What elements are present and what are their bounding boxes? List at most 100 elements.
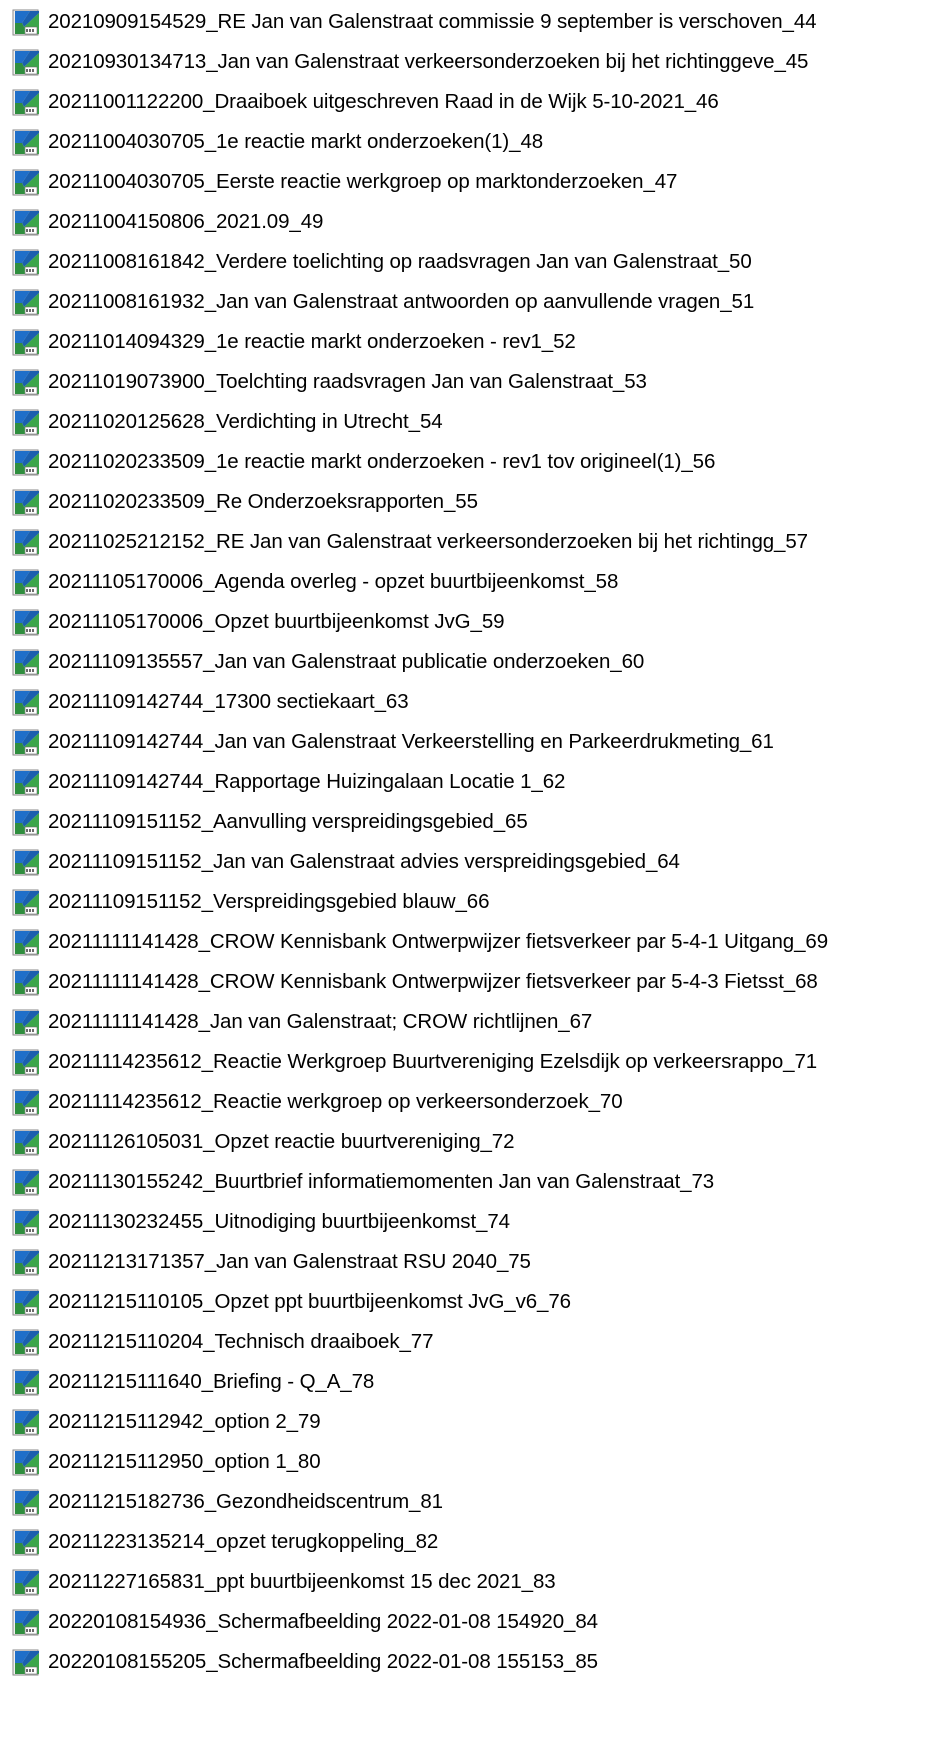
pdf-app-icon [12, 1207, 42, 1237]
pdf-app-icon [12, 1367, 42, 1397]
pdf-app-icon [12, 687, 42, 717]
file-name: 20211109135557_Jan van Galenstraat publi… [48, 650, 645, 673]
file-name: 20211019073900_Toelchting raadsvragen Ja… [48, 370, 647, 393]
pdf-app-icon [12, 487, 42, 517]
file-list-item[interactable]: 20211109151152_Verspreidingsgebied blauw… [0, 882, 939, 922]
file-list-item[interactable]: 20211215110105_Opzet ppt buurtbijeenkoms… [0, 1282, 939, 1322]
file-name: 20211223135214_opzet terugkoppeling_82 [48, 1530, 439, 1553]
file-list-item[interactable]: 20211004030705_Eerste reactie werkgroep … [0, 162, 939, 202]
pdf-app-icon [12, 47, 42, 77]
file-list-item[interactable]: 20211001122200_Draaiboek uitgeschreven R… [0, 82, 939, 122]
file-list-item[interactable]: 20211213171357_Jan van Galenstraat RSU 2… [0, 1242, 939, 1282]
file-name: 20211109151152_Verspreidingsgebied blauw… [48, 890, 490, 913]
file-list-item[interactable]: 20211019073900_Toelchting raadsvragen Ja… [0, 362, 939, 402]
file-list-item[interactable]: 20210930134713_Jan van Galenstraat verke… [0, 42, 939, 82]
file-list-item[interactable]: 20211109142744_Rapportage Huizingalaan L… [0, 762, 939, 802]
pdf-app-icon [12, 7, 42, 37]
pdf-app-icon [12, 727, 42, 757]
file-list-item[interactable]: 20211109151152_Aanvulling verspreidingsg… [0, 802, 939, 842]
file-name: 20211109142744_Jan van Galenstraat Verke… [48, 730, 774, 753]
file-name: 20211109142744_Rapportage Huizingalaan L… [48, 770, 566, 793]
pdf-app-icon [12, 207, 42, 237]
pdf-app-icon [12, 287, 42, 317]
pdf-app-icon [12, 807, 42, 837]
pdf-app-icon [12, 167, 42, 197]
file-list: 20210909154529_RE Jan van Galenstraat co… [0, 0, 939, 1763]
file-list-item[interactable]: 20211215112942_option 2_79 [0, 1402, 939, 1442]
file-list-item[interactable]: 20211008161932_Jan van Galenstraat antwo… [0, 282, 939, 322]
file-name: 20211111141428_CROW Kennisbank Ontwerpwi… [48, 930, 828, 953]
file-name: 20211215111640_Briefing - Q_A_78 [48, 1370, 375, 1393]
pdf-app-icon [12, 247, 42, 277]
pdf-app-icon [12, 767, 42, 797]
file-name: 20211001122200_Draaiboek uitgeschreven R… [48, 90, 719, 113]
file-list-item[interactable]: 20211227165831_ppt buurtbijeenkomst 15 d… [0, 1562, 939, 1602]
pdf-app-icon [12, 1447, 42, 1477]
file-list-item[interactable]: 20211004150806_2021.09_49 [0, 202, 939, 242]
file-list-item[interactable]: 20211111141428_CROW Kennisbank Ontwerpwi… [0, 962, 939, 1002]
file-list-item[interactable]: 20211020233509_1e reactie markt onderzoe… [0, 442, 939, 482]
file-name: 20211004030705_1e reactie markt onderzoe… [48, 130, 544, 153]
file-list-item[interactable]: 20211215112950_option 1_80 [0, 1442, 939, 1482]
file-list-item[interactable]: 20211014094329_1e reactie markt onderzoe… [0, 322, 939, 362]
file-list-item[interactable]: 20211114235612_Reactie Werkgroep Buurtve… [0, 1042, 939, 1082]
file-list-item[interactable]: 20211105170006_Opzet buurtbijeenkomst Jv… [0, 602, 939, 642]
file-list-item[interactable]: 20211215111640_Briefing - Q_A_78 [0, 1362, 939, 1402]
file-list-item[interactable]: 20211114235612_Reactie werkgroep op verk… [0, 1082, 939, 1122]
file-list-item[interactable]: 20211109142744_Jan van Galenstraat Verke… [0, 722, 939, 762]
file-list-item[interactable]: 20211215182736_Gezondheidscentrum_81 [0, 1482, 939, 1522]
file-name: 20211114235612_Reactie Werkgroep Buurtve… [48, 1050, 818, 1073]
file-list-item[interactable]: 20211025212152_RE Jan van Galenstraat ve… [0, 522, 939, 562]
file-name: 20211130232455_Uitnodiging buurtbijeenko… [48, 1210, 510, 1233]
file-name: 20211020233509_1e reactie markt onderzoe… [48, 450, 716, 473]
file-list-item[interactable]: 20211020233509_Re Onderzoeksrapporten_55 [0, 482, 939, 522]
file-list-item[interactable]: 20211008161842_Verdere toelichting op ra… [0, 242, 939, 282]
file-list-item[interactable]: 20211223135214_opzet terugkoppeling_82 [0, 1522, 939, 1562]
file-name: 20211004150806_2021.09_49 [48, 210, 324, 233]
file-name: 20211215112950_option 1_80 [48, 1450, 321, 1473]
file-name: 20211109151152_Jan van Galenstraat advie… [48, 850, 680, 873]
pdf-app-icon [12, 1167, 42, 1197]
file-name: 20220108154936_Schermafbeelding 2022-01-… [48, 1610, 598, 1633]
file-name: 20211111141428_CROW Kennisbank Ontwerpwi… [48, 970, 818, 993]
file-list-item[interactable]: 20211126105031_Opzet reactie buurtvereni… [0, 1122, 939, 1162]
file-list-item[interactable]: 20211111141428_CROW Kennisbank Ontwerpwi… [0, 922, 939, 962]
file-name: 20211114235612_Reactie werkgroep op verk… [48, 1090, 623, 1113]
file-name: 20211014094329_1e reactie markt onderzoe… [48, 330, 576, 353]
file-list-item[interactable]: 20211130232455_Uitnodiging buurtbijeenko… [0, 1202, 939, 1242]
file-list-item[interactable]: 20211109142744_17300 sectiekaart_63 [0, 682, 939, 722]
pdf-app-icon [12, 1527, 42, 1557]
pdf-app-icon [12, 367, 42, 397]
pdf-app-icon [12, 1047, 42, 1077]
pdf-app-icon [12, 327, 42, 357]
file-name: 20211215110204_Technisch draaiboek_77 [48, 1330, 434, 1353]
pdf-app-icon [12, 1567, 42, 1597]
file-list-item[interactable]: 20211111141428_Jan van Galenstraat; CROW… [0, 1002, 939, 1042]
pdf-app-icon [12, 1327, 42, 1357]
file-list-item[interactable]: 20211215110204_Technisch draaiboek_77 [0, 1322, 939, 1362]
file-list-item[interactable]: 20211020125628_Verdichting in Utrecht_54 [0, 402, 939, 442]
file-name: 20211020233509_Re Onderzoeksrapporten_55 [48, 490, 478, 513]
file-name: 20211213171357_Jan van Galenstraat RSU 2… [48, 1250, 531, 1273]
file-list-item[interactable]: 20220108155205_Schermafbeelding 2022-01-… [0, 1642, 939, 1682]
pdf-app-icon [12, 87, 42, 117]
file-name: 20211020125628_Verdichting in Utrecht_54 [48, 410, 443, 433]
file-name: 20211126105031_Opzet reactie buurtvereni… [48, 1130, 515, 1153]
file-name: 20211215112942_option 2_79 [48, 1410, 321, 1433]
file-name: 20220108155205_Schermafbeelding 2022-01-… [48, 1650, 598, 1673]
pdf-app-icon [12, 927, 42, 957]
file-list-item[interactable]: 20211130155242_Buurtbrief informatiemome… [0, 1162, 939, 1202]
pdf-app-icon [12, 887, 42, 917]
file-name: 20211008161842_Verdere toelichting op ra… [48, 250, 752, 273]
pdf-app-icon [12, 967, 42, 997]
pdf-app-icon [12, 567, 42, 597]
file-list-item[interactable]: 20211109135557_Jan van Galenstraat publi… [0, 642, 939, 682]
file-list-item[interactable]: 20211109151152_Jan van Galenstraat advie… [0, 842, 939, 882]
pdf-app-icon [12, 1247, 42, 1277]
file-list-item[interactable]: 20210909154529_RE Jan van Galenstraat co… [0, 2, 939, 42]
file-name: 20211025212152_RE Jan van Galenstraat ve… [48, 530, 808, 553]
file-list-item[interactable]: 20220108154936_Schermafbeelding 2022-01-… [0, 1602, 939, 1642]
file-list-item[interactable]: 20211004030705_1e reactie markt onderzoe… [0, 122, 939, 162]
file-name: 20211109151152_Aanvulling verspreidingsg… [48, 810, 528, 833]
file-list-item[interactable]: 20211105170006_Agenda overleg - opzet bu… [0, 562, 939, 602]
